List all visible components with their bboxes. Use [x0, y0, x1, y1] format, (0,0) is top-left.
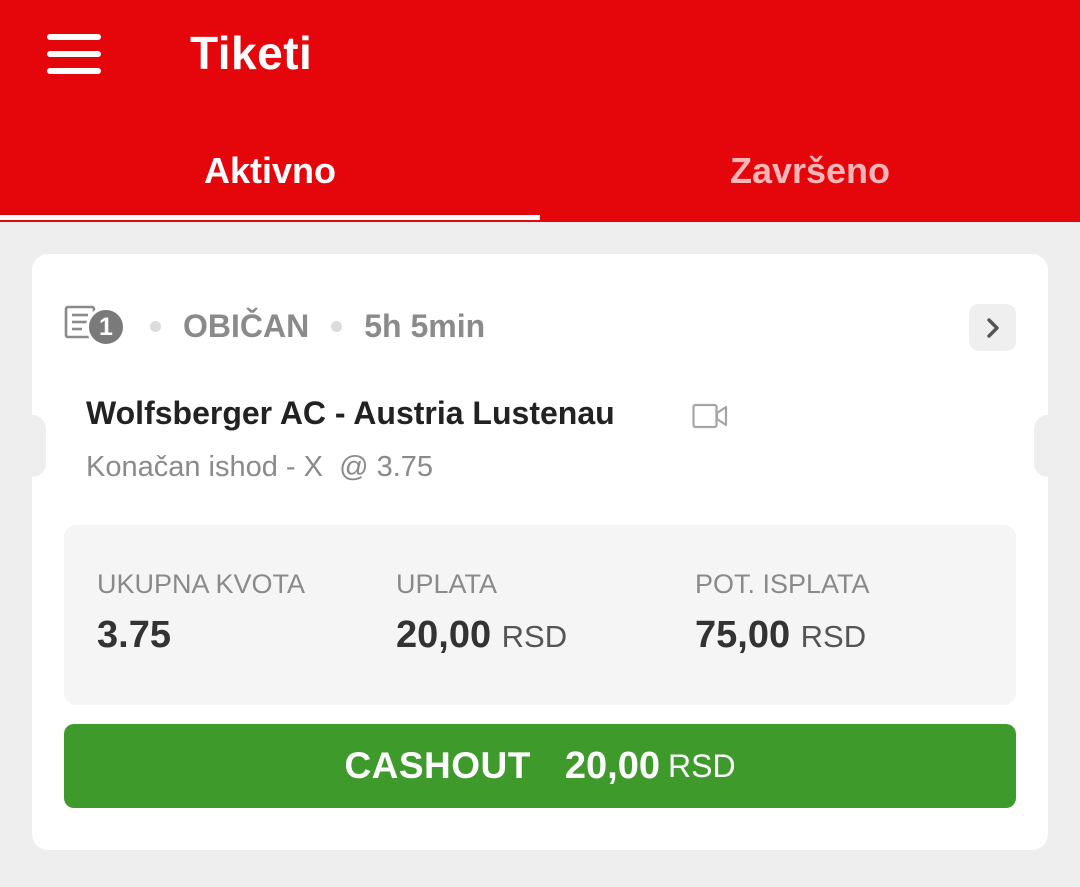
cashout-label: CASHOUT	[344, 745, 531, 786]
video-camera-icon[interactable]	[692, 403, 728, 429]
tab-bar: Aktivno Završeno	[0, 120, 1080, 222]
page-title: Tiketi	[190, 27, 313, 79]
payout-currency: RSD	[800, 619, 867, 654]
cashout-amount: 20,00	[564, 744, 660, 787]
active-tab-indicator	[0, 215, 540, 220]
tab-aktivno-label: Aktivno	[203, 150, 336, 191]
ticket-list-icon: 1	[64, 301, 128, 351]
ticket-type: OBIČAN	[183, 307, 310, 344]
bet-selection: Konačan ishod - X @ 3.75	[86, 451, 434, 483]
event-count-badge: 1	[86, 307, 126, 347]
payout-value: 75,00 RSD	[695, 614, 870, 657]
payout-amount: 75,00	[695, 614, 791, 656]
hamburger-menu-icon	[47, 34, 101, 40]
match-title: Wolfsberger AC - Austria Lustenau	[86, 395, 615, 431]
payout-label: POT. ISPLATA	[695, 569, 870, 599]
total-odds-number: 3.75	[97, 614, 171, 656]
ticket-detail-button[interactable]	[969, 304, 1016, 351]
stake-label: UPLATA	[396, 569, 498, 599]
separator-dot	[150, 320, 161, 332]
total-odds-value: 3.75	[97, 614, 305, 657]
total-odds-stat: UKUPNA KVOTA 3.75	[97, 569, 305, 657]
chevron-right-icon	[986, 317, 999, 338]
tab-zavrseno[interactable]: Završeno	[540, 120, 1080, 222]
separator-dot	[331, 320, 343, 332]
cashout-button[interactable]: CASHOUT 20,00 RSD	[64, 724, 1016, 808]
stake-value: 20,00 RSD	[396, 614, 567, 657]
hamburger-menu-icon-bar	[47, 68, 101, 74]
payout-stat: POT. ISPLATA 75,00 RSD	[695, 569, 870, 657]
total-odds-label: UKUPNA KVOTA	[97, 569, 306, 599]
ticket-notch-right	[1034, 415, 1048, 477]
stake-amount: 20,00	[396, 614, 492, 656]
stake-currency: RSD	[501, 619, 568, 654]
stake-stat: UPLATA 20,00 RSD	[396, 569, 567, 657]
ticket-time: 5h 5min	[364, 307, 486, 344]
ticket-stats: UKUPNA KVOTA 3.75 UPLATA 20,00 RSD POT. …	[64, 525, 1016, 705]
hamburger-menu-button[interactable]	[36, 22, 112, 86]
cashout-currency: RSD	[667, 747, 736, 784]
ticket-notch-left	[32, 415, 46, 477]
tab-zavrseno-label: Završeno	[729, 150, 891, 191]
tab-aktivno[interactable]: Aktivno	[0, 120, 540, 222]
app-header: Tiketi Aktivno Završeno	[0, 0, 1080, 222]
hamburger-menu-icon-bar	[47, 51, 101, 57]
ticket-meta-row: 1 OBIČAN 5h 5min	[64, 300, 485, 352]
